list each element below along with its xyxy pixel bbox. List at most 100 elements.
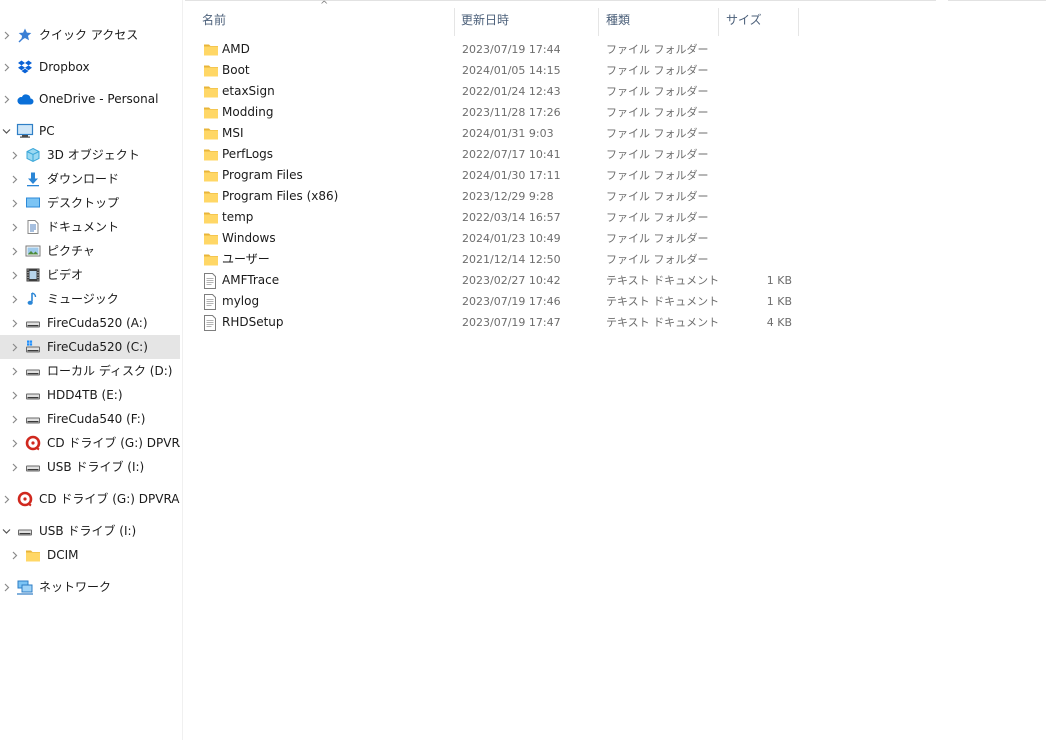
column-header-date[interactable]: 更新日時 (461, 4, 597, 36)
nav-item[interactable]: ドキュメント (0, 215, 180, 239)
nav-item[interactable]: PC (0, 119, 180, 143)
nav-item[interactable]: FireCuda520 (A:) (0, 311, 180, 335)
column-separator[interactable] (718, 8, 719, 36)
text-file-icon (203, 294, 219, 310)
chevron-right-icon[interactable] (8, 407, 20, 431)
chevron-right-icon[interactable] (8, 359, 20, 383)
chevron-right-icon[interactable] (8, 143, 20, 167)
column-header-type[interactable]: 種類 (606, 4, 716, 36)
file-row[interactable]: PerfLogs 2022/07/17 10:41 ファイル フォルダー (195, 144, 805, 165)
file-name: Modding (222, 105, 274, 119)
nav-item[interactable]: クイック アクセス (0, 23, 180, 47)
chevron-right-icon[interactable] (8, 215, 20, 239)
file-row[interactable]: etaxSign 2022/01/24 12:43 ファイル フォルダー (195, 81, 805, 102)
chevron-right-icon[interactable] (8, 383, 20, 407)
nav-item[interactable]: デスクトップ (0, 191, 180, 215)
document-icon (24, 219, 42, 235)
chevron-right-icon[interactable] (8, 455, 20, 479)
nav-item[interactable]: ダウンロード (0, 167, 180, 191)
nav-item[interactable]: USB ドライブ (I:) (0, 519, 180, 543)
chevron-right-icon[interactable] (0, 55, 12, 79)
text-file-icon (203, 315, 219, 331)
nav-item[interactable]: USB ドライブ (I:) (0, 455, 180, 479)
nav-item[interactable]: HDD4TB (E:) (0, 383, 180, 407)
column-separator[interactable] (454, 8, 455, 36)
file-modified-date: 2023/02/27 10:42 (462, 274, 561, 287)
chevron-right-icon[interactable] (8, 239, 20, 263)
file-row[interactable]: AMFTrace 2023/02/27 10:42 テキスト ドキュメント 1 KB (195, 270, 805, 291)
network-icon (16, 579, 34, 595)
nav-item[interactable]: OneDrive - Personal (0, 87, 180, 111)
file-row[interactable]: temp 2022/03/14 16:57 ファイル フォルダー (195, 207, 805, 228)
picture-icon (24, 243, 42, 259)
nav-item[interactable]: CD ドライブ (G:) DPVRAssistant (0, 431, 180, 455)
file-size (725, 186, 792, 207)
star-icon (16, 27, 34, 43)
column-header-name[interactable]: 名前 (202, 4, 454, 36)
chevron-right-icon[interactable] (8, 335, 20, 359)
file-row[interactable]: Program Files 2024/01/30 17:11 ファイル フォルダー (195, 165, 805, 186)
file-type: ファイル フォルダー (606, 106, 709, 119)
nav-item[interactable]: Dropbox (0, 55, 180, 79)
nav-item[interactable]: ローカル ディスク (D:) (0, 359, 180, 383)
chevron-right-icon[interactable] (8, 287, 20, 311)
file-name: MSI (222, 126, 244, 140)
desktop-icon (24, 195, 42, 211)
folder-icon (203, 231, 219, 246)
nav-item[interactable]: 3D オブジェクト (0, 143, 180, 167)
file-row[interactable]: MSI 2024/01/31 9:03 ファイル フォルダー (195, 123, 805, 144)
drive-icon (24, 363, 42, 379)
file-row[interactable]: Program Files (x86) 2023/12/29 9:28 ファイル フ… (195, 186, 805, 207)
file-type: ファイル フォルダー (606, 64, 709, 77)
nav-item-label: OneDrive - Personal (39, 92, 159, 106)
column-separator[interactable] (598, 8, 599, 36)
nav-item[interactable]: ミュージック (0, 287, 180, 311)
file-row[interactable]: AMD 2023/07/19 17:44 ファイル フォルダー (195, 39, 805, 60)
file-row[interactable]: Boot 2024/01/05 14:15 ファイル フォルダー (195, 60, 805, 81)
file-row[interactable]: mylog 2023/07/19 17:46 テキスト ドキュメント 1 KB (195, 291, 805, 312)
folder-icon (203, 126, 219, 141)
folder-icon (24, 547, 42, 563)
column-header-size[interactable]: サイズ (726, 4, 796, 36)
file-name: AMFTrace (222, 273, 280, 287)
chevron-right-icon[interactable] (8, 431, 20, 455)
chevron-down-icon[interactable] (0, 519, 12, 543)
nav-item[interactable]: ネットワーク (0, 575, 180, 599)
file-size (725, 102, 792, 123)
list-top-border-right (948, 0, 1046, 1)
chevron-right-icon[interactable] (8, 311, 20, 335)
file-name: Program Files (x86) (222, 189, 339, 203)
nav-item-label: FireCuda520 (A:) (47, 316, 148, 330)
chevron-right-icon[interactable] (0, 23, 12, 47)
chevron-right-icon[interactable] (8, 543, 20, 567)
file-modified-date: 2023/07/19 17:44 (462, 43, 561, 56)
nav-item-label: CD ドライブ (G:) DPVRAssistant (39, 492, 180, 506)
file-modified-date: 2022/03/14 16:57 (462, 211, 561, 224)
folder-icon (203, 210, 219, 225)
chevron-down-icon[interactable] (0, 119, 12, 143)
file-row[interactable]: ユーザー 2021/12/14 12:50 ファイル フォルダー (195, 249, 805, 270)
chevron-right-icon[interactable] (8, 191, 20, 215)
nav-item[interactable]: DCIM (0, 543, 180, 567)
nav-item-label: Dropbox (39, 60, 90, 74)
chevron-right-icon[interactable] (0, 575, 12, 599)
nav-item[interactable]: FireCuda540 (F:) (0, 407, 180, 431)
chevron-right-icon[interactable] (8, 167, 20, 191)
usb-drive-icon (16, 523, 34, 539)
nav-item[interactable]: ピクチャ (0, 239, 180, 263)
chevron-right-icon[interactable] (0, 87, 12, 111)
folder-icon (203, 84, 219, 99)
nav-item[interactable]: ビデオ (0, 263, 180, 287)
nav-item[interactable]: FireCuda520 (C:) (0, 335, 180, 359)
pc-icon (16, 123, 34, 139)
file-size (725, 81, 792, 102)
nav-item-label: ダウンロード (47, 172, 120, 186)
file-row[interactable]: Modding 2023/11/28 17:26 ファイル フォルダー (195, 102, 805, 123)
nav-item[interactable]: CD ドライブ (G:) DPVRAssistant (0, 487, 180, 511)
file-type: ファイル フォルダー (606, 85, 709, 98)
chevron-right-icon[interactable] (8, 263, 20, 287)
file-row[interactable]: Windows 2024/01/23 10:49 ファイル フォルダー (195, 228, 805, 249)
column-separator[interactable] (798, 8, 799, 36)
file-row[interactable]: RHDSetup 2023/07/19 17:47 テキスト ドキュメント 4 KB (195, 312, 805, 333)
chevron-right-icon[interactable] (0, 487, 12, 511)
